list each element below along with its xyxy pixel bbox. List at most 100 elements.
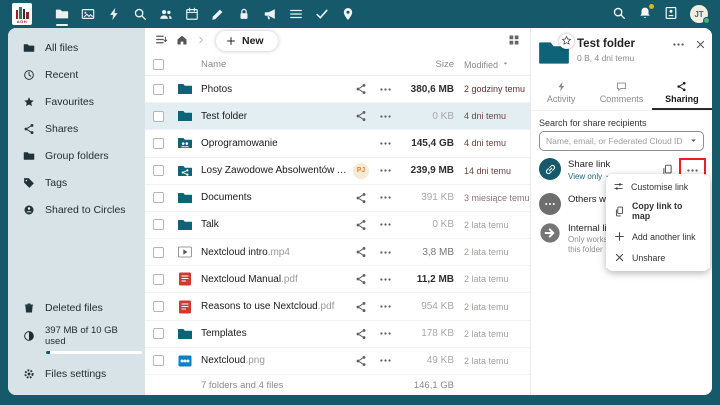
column-header-modified[interactable]: Modified [454,59,530,70]
file-name[interactable]: Talk [201,219,350,230]
row-actions-button[interactable] [378,217,393,232]
file-name[interactable]: Templates [201,328,350,339]
share-button[interactable] [354,300,368,314]
row-checkbox[interactable] [153,219,164,230]
panel-close-button[interactable] [695,38,706,54]
chevron-down-icon[interactable] [688,135,699,146]
file-name[interactable]: Oprogramowanie [201,138,350,149]
column-header-size[interactable]: Size [398,59,454,70]
tab-comments[interactable]: Comments [591,78,651,110]
sidebar-item-files-settings[interactable]: Files settings [8,360,145,387]
file-row[interactable]: Nextcloud Manual.pdf11,2 MB2 lata temu [145,266,530,293]
app-bolt-button[interactable] [102,0,126,28]
row-actions-button[interactable] [378,245,393,260]
row-actions-button[interactable] [378,82,393,97]
share-button[interactable] [354,82,368,96]
menu-item-unshare[interactable]: Unshare [606,247,710,268]
app-lock-button[interactable] [232,0,256,28]
sidebar-item-recent[interactable]: Recent [8,61,145,88]
favourite-star-button[interactable] [559,34,574,49]
share-button[interactable] [354,109,368,123]
app-check-button[interactable] [310,0,334,28]
quota-block[interactable]: 397 MB of 10 GB used [8,321,145,360]
column-header-name[interactable]: Name [201,59,350,70]
row-checkbox[interactable] [153,301,164,312]
sidebar-item-favourites[interactable]: Favourites [8,88,145,115]
sidebar-item-shares[interactable]: Shares [8,115,145,142]
share-button[interactable] [354,191,368,205]
row-checkbox[interactable] [153,328,164,339]
row-checkbox[interactable] [153,84,164,95]
sidebar-item-tags[interactable]: Tags [8,169,145,196]
file-name[interactable]: Nextcloud.png [201,355,350,366]
menu-item-customise-link[interactable]: Customise link [607,177,709,196]
app-users-button[interactable] [154,0,178,28]
file-name[interactable]: Test folder [201,111,350,122]
file-name[interactable]: Nextcloud Manual.pdf [201,274,350,285]
share-button[interactable] [354,354,368,368]
breadcrumb-home-button[interactable] [174,32,190,51]
row-checkbox[interactable] [153,355,164,366]
menu-item-copy-link-to-map[interactable]: Copy link to map [606,196,710,226]
unified-search-button[interactable] [612,6,626,23]
agh-logo[interactable]: AGH [12,3,32,25]
file-row[interactable]: Nextcloud intro.mp43,8 MB2 lata temu [145,239,530,266]
row-checkbox[interactable] [153,247,164,258]
app-pencil-button[interactable] [206,0,230,28]
file-row[interactable]: Nextcloud.png49 KB2 lata temu [145,348,530,375]
file-name[interactable]: Reasons to use Nextcloud.pdf [201,301,350,312]
share-recipient-input[interactable] [539,131,704,151]
sidebar-item-group-folders[interactable]: Group folders [8,142,145,169]
file-name[interactable]: Nextcloud intro.mp4 [201,247,350,258]
select-all-checkbox[interactable] [153,59,164,70]
share-button[interactable] [354,245,368,259]
app-list-button[interactable] [284,0,308,28]
row-actions-button[interactable] [378,272,393,287]
app-folder-button[interactable] [50,0,74,28]
panel-actions-button[interactable] [672,38,685,54]
file-row[interactable]: Oprogramowanie145,4 GB4 dni temu [145,130,530,157]
app-calendar-button[interactable] [180,0,204,28]
app-photos-button[interactable] [76,0,100,28]
row-checkbox[interactable] [153,111,164,122]
row-checkbox[interactable] [153,138,164,149]
row-checkbox[interactable] [153,192,164,203]
app-magnify-button[interactable] [128,0,152,28]
share-button[interactable] [354,218,368,232]
sidebar-item-all-files[interactable]: All files [8,34,145,61]
view-switch-button[interactable] [153,31,170,51]
row-actions-button[interactable] [378,326,393,341]
tab-activity[interactable]: Activity [531,78,591,110]
row-checkbox[interactable] [153,165,164,176]
file-row[interactable]: Test folder0 KB4 dni temu [145,103,530,130]
file-name[interactable]: Documents [201,192,350,203]
file-row[interactable]: Reasons to use Nextcloud.pdf954 KB2 lata… [145,293,530,320]
row-actions-button[interactable] [378,109,393,124]
row-actions-button[interactable] [378,299,393,314]
user-avatar[interactable]: JT [690,5,708,23]
row-actions-button[interactable] [378,136,393,151]
app-pin-button[interactable] [336,0,360,28]
row-checkbox[interactable] [153,274,164,285]
new-button[interactable]: New [216,31,278,51]
file-row[interactable]: Templates178 KB2 lata temu [145,321,530,348]
row-actions-button[interactable] [378,353,393,368]
row-actions-button[interactable] [378,190,393,205]
share-button[interactable] [354,272,368,286]
file-name[interactable]: Losy Zawodowe Absolwentów AGH - raporty [201,165,350,176]
file-row[interactable]: Documents391 KB3 miesiące temu [145,185,530,212]
share-button[interactable] [354,327,368,341]
notifications-button[interactable] [638,6,652,23]
file-row[interactable]: Talk0 KB2 lata temu [145,212,530,239]
share-link-permission[interactable]: View only [568,172,611,181]
file-name[interactable]: Photos [201,84,350,95]
sidebar-item-deleted-files[interactable]: Deleted files [8,294,145,321]
contacts-menu-button[interactable] [664,6,678,23]
row-actions-button[interactable] [378,163,393,178]
sidebar-item-shared-to-circles[interactable]: Shared to Circles [8,196,145,223]
menu-item-add-another-link[interactable]: Add another link [606,226,710,247]
tab-sharing[interactable]: Sharing [652,78,712,110]
grid-view-toggle[interactable] [506,32,522,51]
app-megaphone-button[interactable] [258,0,282,28]
file-row[interactable]: Losy Zawodowe Absolwentów AGH - raportyP… [145,158,530,185]
